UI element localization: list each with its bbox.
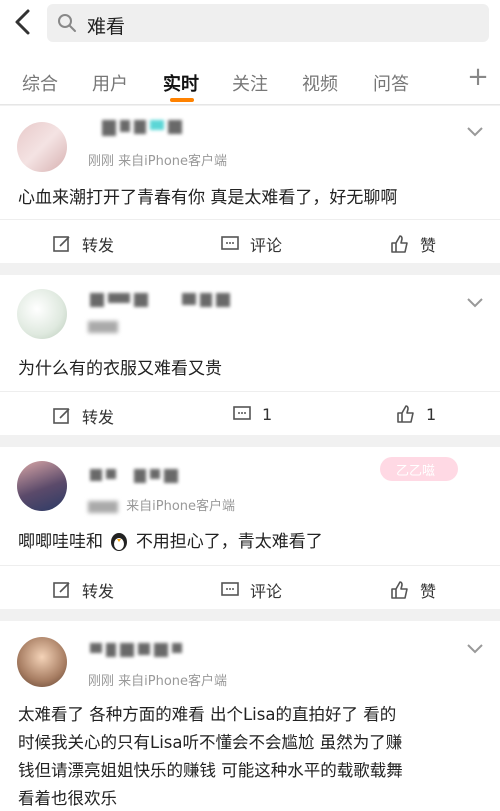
post-time: 刚刚 bbox=[88, 154, 115, 169]
tab-following[interactable]: 关注 bbox=[232, 70, 268, 96]
tab-video[interactable]: 视频 bbox=[302, 70, 338, 96]
like-button[interactable]: 1 bbox=[396, 404, 436, 424]
tab-bar: 综合 用户 实时 关注 视频 问答 + bbox=[0, 50, 500, 105]
repost-icon bbox=[53, 408, 70, 424]
back-icon[interactable] bbox=[10, 7, 38, 37]
top-bar: 难看 bbox=[0, 0, 500, 50]
post-source: 来自iPhone客户端 bbox=[118, 154, 228, 169]
post-meta bbox=[88, 319, 122, 334]
post-time: 刚刚 bbox=[88, 674, 115, 689]
comment-icon bbox=[221, 582, 239, 596]
post-card: 为什么有的衣服又难看又贵 转发 1 1 bbox=[0, 275, 500, 435]
thumbs-up-icon bbox=[391, 581, 408, 599]
post-meta: 刚刚 来自iPhone客户端 bbox=[88, 150, 227, 169]
tab-users[interactable]: 用户 bbox=[92, 70, 128, 96]
search-icon bbox=[58, 14, 76, 32]
comment-button[interactable]: 评论 bbox=[220, 578, 282, 602]
comment-button[interactable]: 评论 bbox=[220, 232, 282, 256]
post-text: 唧唧哇哇和 不用担心了，青太难看了 bbox=[18, 532, 323, 552]
username[interactable] bbox=[90, 469, 178, 485]
post-text-line: 看着也很欢乐 bbox=[18, 789, 117, 808]
thumbs-up-icon bbox=[391, 235, 408, 253]
penguin-icon bbox=[111, 533, 128, 551]
thumbs-up-icon bbox=[397, 405, 414, 423]
search-input[interactable]: 难看 bbox=[87, 12, 125, 39]
active-tab-indicator bbox=[170, 98, 194, 102]
post-text-line: 太难看了 各种方面的难看 出个Lisa的直拍好了 看的 bbox=[18, 705, 397, 724]
repost-button[interactable]: 转发 bbox=[52, 232, 114, 256]
like-button[interactable]: 赞 bbox=[390, 232, 436, 256]
post-card: 刚刚 来自iPhone客户端 心血来潮打开了青春有你 真是太难看了，好无聊啊 转… bbox=[0, 106, 500, 263]
repost-button[interactable]: 转发 bbox=[52, 578, 114, 602]
add-tab-button[interactable]: + bbox=[467, 63, 489, 91]
repost-icon bbox=[53, 236, 70, 252]
post-actions: 转发 1 1 bbox=[0, 391, 500, 435]
tab-all[interactable]: 综合 bbox=[22, 70, 58, 96]
repost-button[interactable]: 转发 bbox=[52, 404, 114, 428]
post-meta: 刚刚 来自iPhone客户端 bbox=[88, 670, 227, 689]
post-text: 为什么有的衣服又难看又贵 bbox=[18, 359, 222, 379]
post-source: 来自iPhone客户端 bbox=[118, 674, 228, 689]
chevron-down-icon[interactable] bbox=[466, 643, 484, 655]
avatar[interactable] bbox=[17, 289, 67, 339]
post-actions: 转发 评论 赞 bbox=[0, 565, 500, 609]
post-card: 来自iPhone客户端 乙乙嗞 唧唧哇哇和 不用担心了，青太难看了 转发 评论 … bbox=[0, 447, 500, 609]
post-text-line: 时候我关心的只有Lisa听不懂会不会尴尬 虽然为了赚 bbox=[18, 733, 403, 752]
like-button[interactable]: 赞 bbox=[390, 578, 436, 602]
username[interactable] bbox=[90, 643, 182, 659]
comment-icon bbox=[233, 406, 251, 420]
comment-icon bbox=[221, 236, 239, 250]
decoration-badge: 乙乙嗞 bbox=[380, 457, 458, 481]
tab-qa[interactable]: 问答 bbox=[373, 70, 409, 96]
post-text: 太难看了 各种方面的难看 出个Lisa的直拍好了 看的 时候我关心的只有Lisa… bbox=[18, 701, 403, 811]
post-text: 心血来潮打开了青春有你 真是太难看了，好无聊啊 bbox=[18, 188, 398, 208]
post-source: 来自iPhone客户端 bbox=[126, 499, 236, 514]
post-text-line: 钱但请漂亮姐姐快乐的赚钱 可能这种水平的载歌载舞 bbox=[18, 761, 403, 780]
repost-icon bbox=[53, 582, 70, 598]
chevron-down-icon[interactable] bbox=[466, 297, 484, 309]
search-box[interactable]: 难看 bbox=[47, 4, 489, 42]
avatar[interactable] bbox=[17, 122, 67, 172]
username[interactable] bbox=[90, 293, 230, 309]
username[interactable] bbox=[102, 120, 182, 136]
post-actions: 转发 评论 赞 bbox=[0, 219, 500, 263]
comment-button[interactable]: 1 bbox=[232, 404, 272, 424]
tab-realtime[interactable]: 实时 bbox=[163, 70, 199, 96]
avatar[interactable] bbox=[17, 461, 67, 511]
post-meta: 来自iPhone客户端 bbox=[88, 495, 235, 514]
post-card: 刚刚 来自iPhone客户端 太难看了 各种方面的难看 出个Lisa的直拍好了 … bbox=[0, 621, 500, 811]
avatar[interactable] bbox=[17, 637, 67, 687]
chevron-down-icon[interactable] bbox=[466, 126, 484, 138]
